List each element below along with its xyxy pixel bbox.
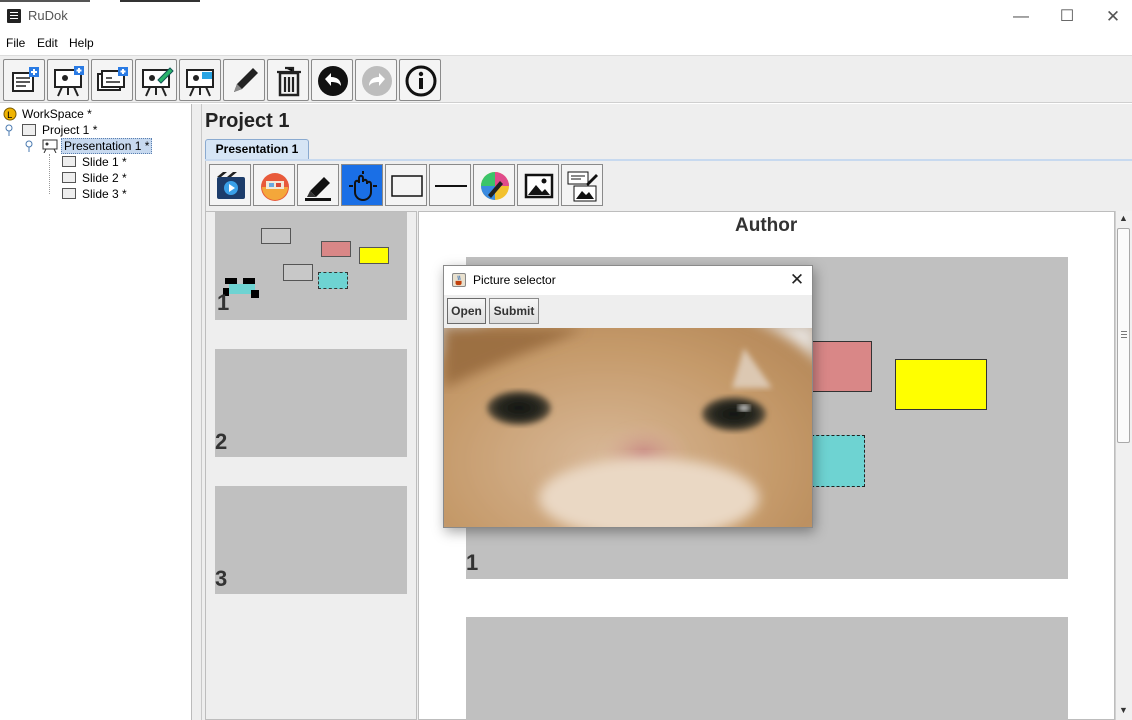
pencil-icon xyxy=(234,68,258,92)
slide-icon xyxy=(62,156,76,167)
project-icon xyxy=(22,124,36,136)
menu-bar: File Edit Help xyxy=(0,33,1132,54)
thumb-rect-cyan xyxy=(318,272,348,289)
slide-rect-cyan[interactable] xyxy=(806,435,865,487)
workspace-tree: L WorkSpace * Project 1 * Presentation 1… xyxy=(0,104,192,720)
image-icon xyxy=(524,173,554,199)
new-presentation-button[interactable] xyxy=(47,59,89,101)
minimize-button[interactable]: — xyxy=(998,3,1044,31)
undo-button[interactable] xyxy=(311,59,353,101)
main-toolbar xyxy=(0,55,1132,103)
thumb-rect-yellow xyxy=(359,247,389,264)
thumb-slide-number: 2 xyxy=(215,429,228,454)
thumb-rect-red xyxy=(321,241,351,257)
new-slide-icon xyxy=(97,67,128,91)
edit-image-button[interactable] xyxy=(561,164,603,206)
tree-guide-line xyxy=(49,154,50,194)
new-presentation-icon xyxy=(54,66,84,97)
tree-slide-3[interactable]: Slide 3 * xyxy=(82,187,127,201)
java-cup-icon xyxy=(452,273,466,287)
tree-workspace[interactable]: WorkSpace * xyxy=(22,107,92,121)
slideshow-button[interactable] xyxy=(209,164,251,206)
menu-edit[interactable]: Edit xyxy=(37,36,58,50)
tree-handle-icon[interactable] xyxy=(4,124,14,136)
tab-presentation-1[interactable]: Presentation 1 xyxy=(205,139,309,160)
info-icon xyxy=(405,65,437,97)
menu-file[interactable]: File xyxy=(6,36,25,50)
slide-number: 1 xyxy=(466,550,479,575)
redo-icon xyxy=(362,66,392,96)
presentation-icon xyxy=(42,139,58,153)
dialog-title: Picture selector xyxy=(473,273,556,287)
thumb-rect-gray xyxy=(261,228,291,244)
trash-icon xyxy=(277,66,301,97)
delete-button[interactable] xyxy=(267,59,309,101)
info-button[interactable] xyxy=(399,59,441,101)
share-presentation-icon xyxy=(186,69,214,97)
line-tool-button[interactable] xyxy=(429,164,471,206)
move-tool-button[interactable] xyxy=(341,164,383,206)
marker-icon xyxy=(305,177,331,201)
maximize-button[interactable]: ☐ xyxy=(1044,3,1090,31)
new-project-button[interactable] xyxy=(3,59,45,101)
text-image-edit-icon xyxy=(567,171,598,202)
split-pane-divider[interactable] xyxy=(192,104,202,720)
tree-handle-icon[interactable] xyxy=(24,140,34,152)
title-bar xyxy=(0,3,1132,33)
slide-icon xyxy=(62,172,76,183)
author-label: Author xyxy=(735,215,798,236)
submit-button[interactable]: Submit xyxy=(489,298,539,324)
line-icon xyxy=(435,185,467,187)
thumbnail-slide-3[interactable]: 3 xyxy=(215,486,407,594)
rename-button[interactable] xyxy=(223,59,265,101)
undo-icon xyxy=(318,66,348,96)
slideshow-icon xyxy=(217,172,245,199)
tree-slide-2[interactable]: Slide 2 * xyxy=(82,171,127,185)
tree-presentation[interactable]: Presentation 1 * xyxy=(61,138,153,154)
tree-project[interactable]: Project 1 * xyxy=(42,123,97,137)
theme-palette-icon xyxy=(261,173,289,201)
edit-presentation-icon xyxy=(142,67,174,97)
workspace-icon: L xyxy=(3,107,17,121)
rectangle-tool-button[interactable] xyxy=(385,164,427,206)
new-slide-button[interactable] xyxy=(91,59,133,101)
close-window-button[interactable]: ✕ xyxy=(1090,3,1132,31)
presentation-toolbar xyxy=(205,161,1132,211)
svg-text:L: L xyxy=(7,111,12,121)
scroll-down-arrow-icon[interactable]: ▼ xyxy=(1117,704,1130,717)
thumb-slide-number: 3 xyxy=(215,566,228,591)
cat-photo xyxy=(444,328,812,527)
app-icon xyxy=(7,9,21,23)
thumbnail-slide-1[interactable]: 1 xyxy=(215,212,407,320)
thumbnail-slide-2[interactable]: 2 xyxy=(215,349,407,457)
insert-image-button[interactable] xyxy=(517,164,559,206)
color-picker-button[interactable] xyxy=(473,164,515,206)
tree-slide-1[interactable]: Slide 1 * xyxy=(82,155,127,169)
open-button[interactable]: Open xyxy=(447,298,486,324)
project-title: Project 1 xyxy=(205,110,290,132)
slide-canvas-2[interactable] xyxy=(466,617,1068,720)
thumb-slide-number: 1 xyxy=(217,290,230,315)
picture-preview xyxy=(444,328,812,527)
slide-rect-yellow[interactable] xyxy=(895,359,987,410)
dialog-close-button[interactable]: ✕ xyxy=(787,270,807,290)
redo-button[interactable] xyxy=(355,59,397,101)
color-wheel-icon xyxy=(481,172,509,200)
window-title: RuDok xyxy=(28,8,68,23)
pen-tool-button[interactable] xyxy=(297,164,339,206)
slide-rect-red[interactable] xyxy=(806,341,872,392)
change-theme-button[interactable] xyxy=(253,164,295,206)
slide-icon xyxy=(62,188,76,199)
edit-presentation-button[interactable] xyxy=(135,59,177,101)
hand-grab-icon xyxy=(349,171,377,202)
share-presentation-button[interactable] xyxy=(179,59,221,101)
scroll-up-arrow-icon[interactable]: ▲ xyxy=(1117,212,1130,225)
menu-help[interactable]: Help xyxy=(69,36,94,50)
thumb-rect-gray-2 xyxy=(283,264,313,281)
new-project-icon xyxy=(12,67,39,92)
scroll-thumb[interactable] xyxy=(1117,228,1130,443)
rectangle-icon xyxy=(391,175,423,197)
